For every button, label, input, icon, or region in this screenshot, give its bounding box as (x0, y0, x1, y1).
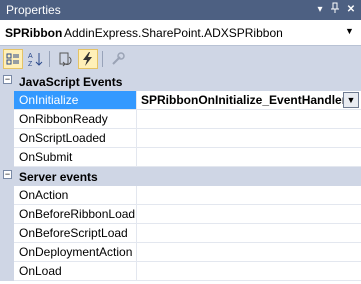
property-value[interactable] (137, 110, 361, 129)
collapse-icon[interactable]: − (3, 170, 12, 179)
window-title: Properties (6, 3, 61, 17)
category-label: JavaScript Events (19, 75, 123, 89)
property-row[interactable]: OnBeforeScriptLoad (0, 224, 361, 243)
pin-icon[interactable] (328, 2, 342, 17)
property-name[interactable]: OnLoad (14, 262, 137, 281)
property-name[interactable]: OnAction (14, 186, 137, 205)
property-row[interactable]: OnBeforeRibbonLoad (0, 205, 361, 224)
category-row-server-events[interactable]: − Server events (0, 167, 361, 186)
row-margin (0, 224, 14, 243)
row-margin (0, 205, 14, 224)
toolbar-separator (102, 51, 103, 67)
property-row[interactable]: OnSubmit (0, 148, 361, 167)
properties-icon (59, 52, 72, 67)
object-type: AddinExpress.SharePoint.ADXSPRibbon (64, 26, 283, 40)
property-row[interactable]: OnRibbonReady (0, 110, 361, 129)
toolbar-separator (49, 51, 50, 67)
property-name[interactable]: OnBeforeScriptLoad (14, 224, 137, 243)
property-value[interactable] (137, 262, 361, 281)
category-label: Server events (19, 170, 98, 184)
property-grid: − JavaScript Events OnInitialize SPRibbo… (0, 72, 361, 284)
property-name[interactable]: OnDeploymentAction (14, 243, 137, 262)
property-value[interactable]: SPRibbonOnInitialize_EventHandler (137, 91, 361, 110)
object-selector[interactable]: SPRibbon AddinExpress.SharePoint.ADXSPRi… (0, 20, 361, 46)
property-name[interactable]: OnScriptLoaded (14, 129, 137, 148)
properties-window: Properties ▾ ✕ SPRibbon AddinExpress.Sha… (0, 0, 361, 284)
svg-text:Z: Z (28, 61, 33, 67)
alphabetical-button[interactable]: A Z (25, 49, 45, 69)
collapse-icon[interactable]: − (3, 75, 12, 84)
row-margin (0, 129, 14, 148)
categorized-button[interactable] (3, 49, 23, 69)
property-pages-button[interactable] (108, 49, 128, 69)
category-row-javascript-events[interactable]: − JavaScript Events (0, 72, 361, 91)
property-name[interactable]: OnBeforeRibbonLoad (14, 205, 137, 224)
property-row[interactable]: OnAction (0, 186, 361, 205)
property-value[interactable] (137, 243, 361, 262)
events-button[interactable] (78, 49, 98, 69)
property-name[interactable]: OnSubmit (14, 148, 137, 167)
value-dropdown-button[interactable]: ▼ (343, 92, 359, 108)
row-margin (0, 110, 14, 129)
property-row[interactable]: OnLoad (0, 262, 361, 281)
property-value[interactable] (137, 148, 361, 167)
alphabetical-icon: A Z (28, 53, 43, 68)
property-row[interactable]: OnDeploymentAction (0, 243, 361, 262)
property-value[interactable] (137, 205, 361, 224)
lightning-icon (83, 52, 92, 66)
window-menu-dropdown-icon[interactable]: ▾ (313, 2, 327, 17)
row-margin (0, 186, 14, 205)
property-name[interactable]: OnRibbonReady (14, 110, 137, 129)
property-row[interactable]: OnScriptLoaded (0, 129, 361, 148)
object-name: SPRibbon (5, 26, 63, 40)
svg-text:A: A (28, 53, 33, 60)
row-margin (0, 262, 14, 281)
property-value[interactable] (137, 186, 361, 205)
title-bar: Properties ▾ ✕ (0, 0, 361, 20)
property-value[interactable] (137, 224, 361, 243)
row-margin (0, 243, 14, 262)
property-row[interactable]: OnInitialize SPRibbonOnInitialize_EventH… (0, 91, 361, 110)
property-value[interactable] (137, 129, 361, 148)
property-name[interactable]: OnInitialize (14, 91, 137, 110)
chevron-down-icon[interactable]: ▼ (345, 26, 354, 36)
close-icon[interactable]: ✕ (344, 2, 358, 17)
row-margin (0, 91, 14, 110)
row-margin (0, 148, 14, 167)
toolbar: A Z (0, 46, 361, 72)
categorized-icon (6, 53, 19, 65)
properties-button[interactable] (56, 49, 76, 69)
wrench-icon (112, 52, 125, 65)
